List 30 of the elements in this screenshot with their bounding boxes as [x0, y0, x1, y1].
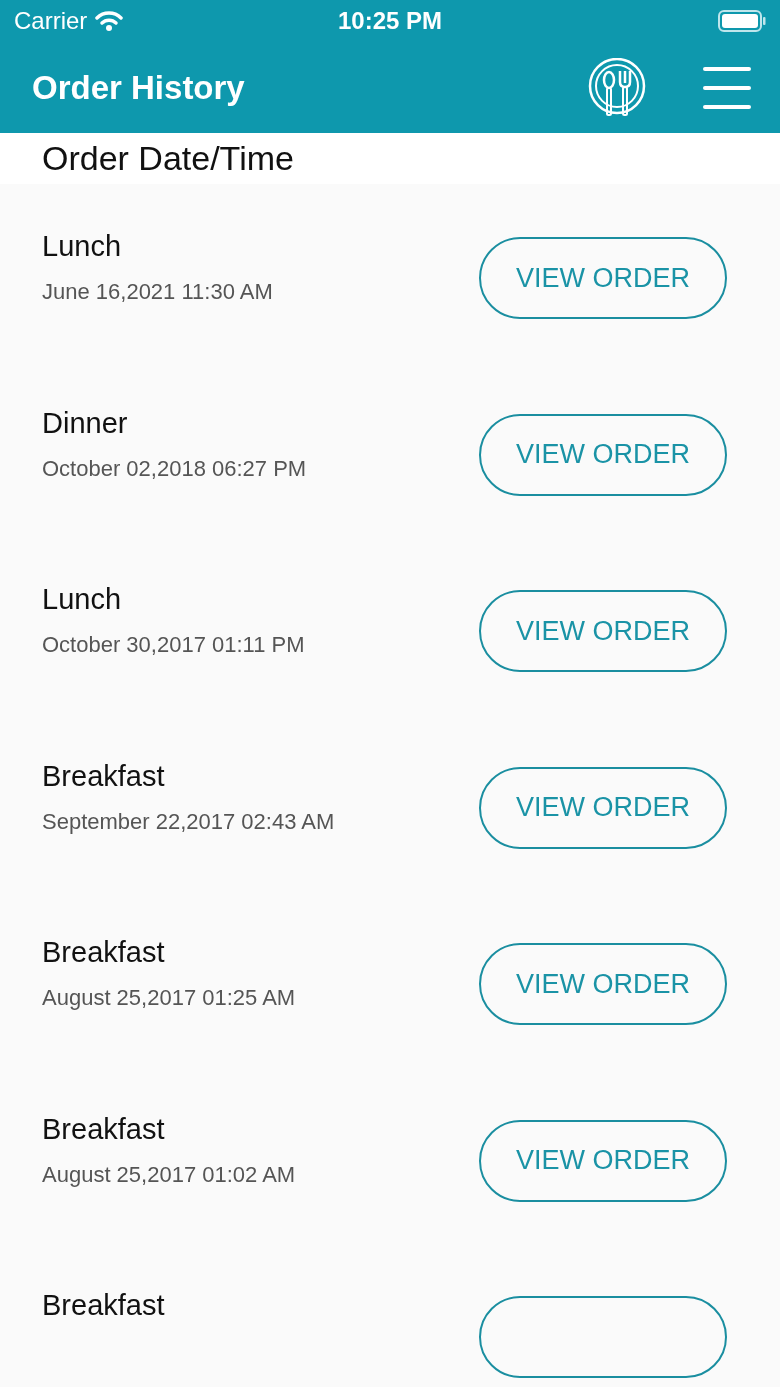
order-datetime: September 22,2017 02:43 AM — [42, 807, 335, 836]
menu-button[interactable] — [702, 64, 752, 111]
meal-label: Breakfast — [42, 758, 166, 794]
battery-icon — [718, 10, 766, 32]
view-order-button[interactable]: VIEW ORDER — [479, 943, 727, 1025]
order-datetime: October 02,2018 06:27 PM — [42, 454, 307, 483]
screen-title: Order History — [32, 67, 245, 108]
clock-time: 10:25 PM — [337, 6, 443, 36]
order-datetime: August 25,2017 01:25 AM — [42, 984, 296, 1012]
menu-icon — [702, 64, 752, 111]
meal-label: Lunch — [42, 582, 122, 617]
section-header: Order Date/Time — [42, 138, 294, 179]
view-order-button[interactable]: VIEW ORDER — [479, 237, 727, 319]
view-order-button[interactable]: VIEW ORDER — [479, 590, 727, 672]
view-order-button[interactable]: VIEW ORDER — [479, 766, 727, 849]
order-datetime: October 30,2017 01:11 PM — [42, 631, 305, 659]
dining-button[interactable] — [588, 57, 646, 118]
order-datetime: June 16,2021 11:30 AM — [42, 278, 273, 306]
order-datetime: August 25,2017 01:02 AM — [42, 1160, 296, 1189]
plate-cutlery-icon — [588, 57, 646, 118]
meal-label: Breakfast — [42, 1288, 165, 1323]
view-order-button[interactable]: VIEW ORDER — [479, 413, 727, 496]
meal-label: Breakfast — [42, 935, 166, 970]
meal-label: Breakfast — [42, 1111, 166, 1147]
meal-label: Dinner — [42, 405, 129, 441]
view-order-button[interactable] — [479, 1296, 727, 1378]
carrier-label: Carrier — [14, 6, 88, 36]
view-order-button[interactable]: VIEW ORDER — [479, 1119, 727, 1202]
wifi-icon — [95, 10, 124, 32]
meal-label: Lunch — [42, 229, 122, 264]
